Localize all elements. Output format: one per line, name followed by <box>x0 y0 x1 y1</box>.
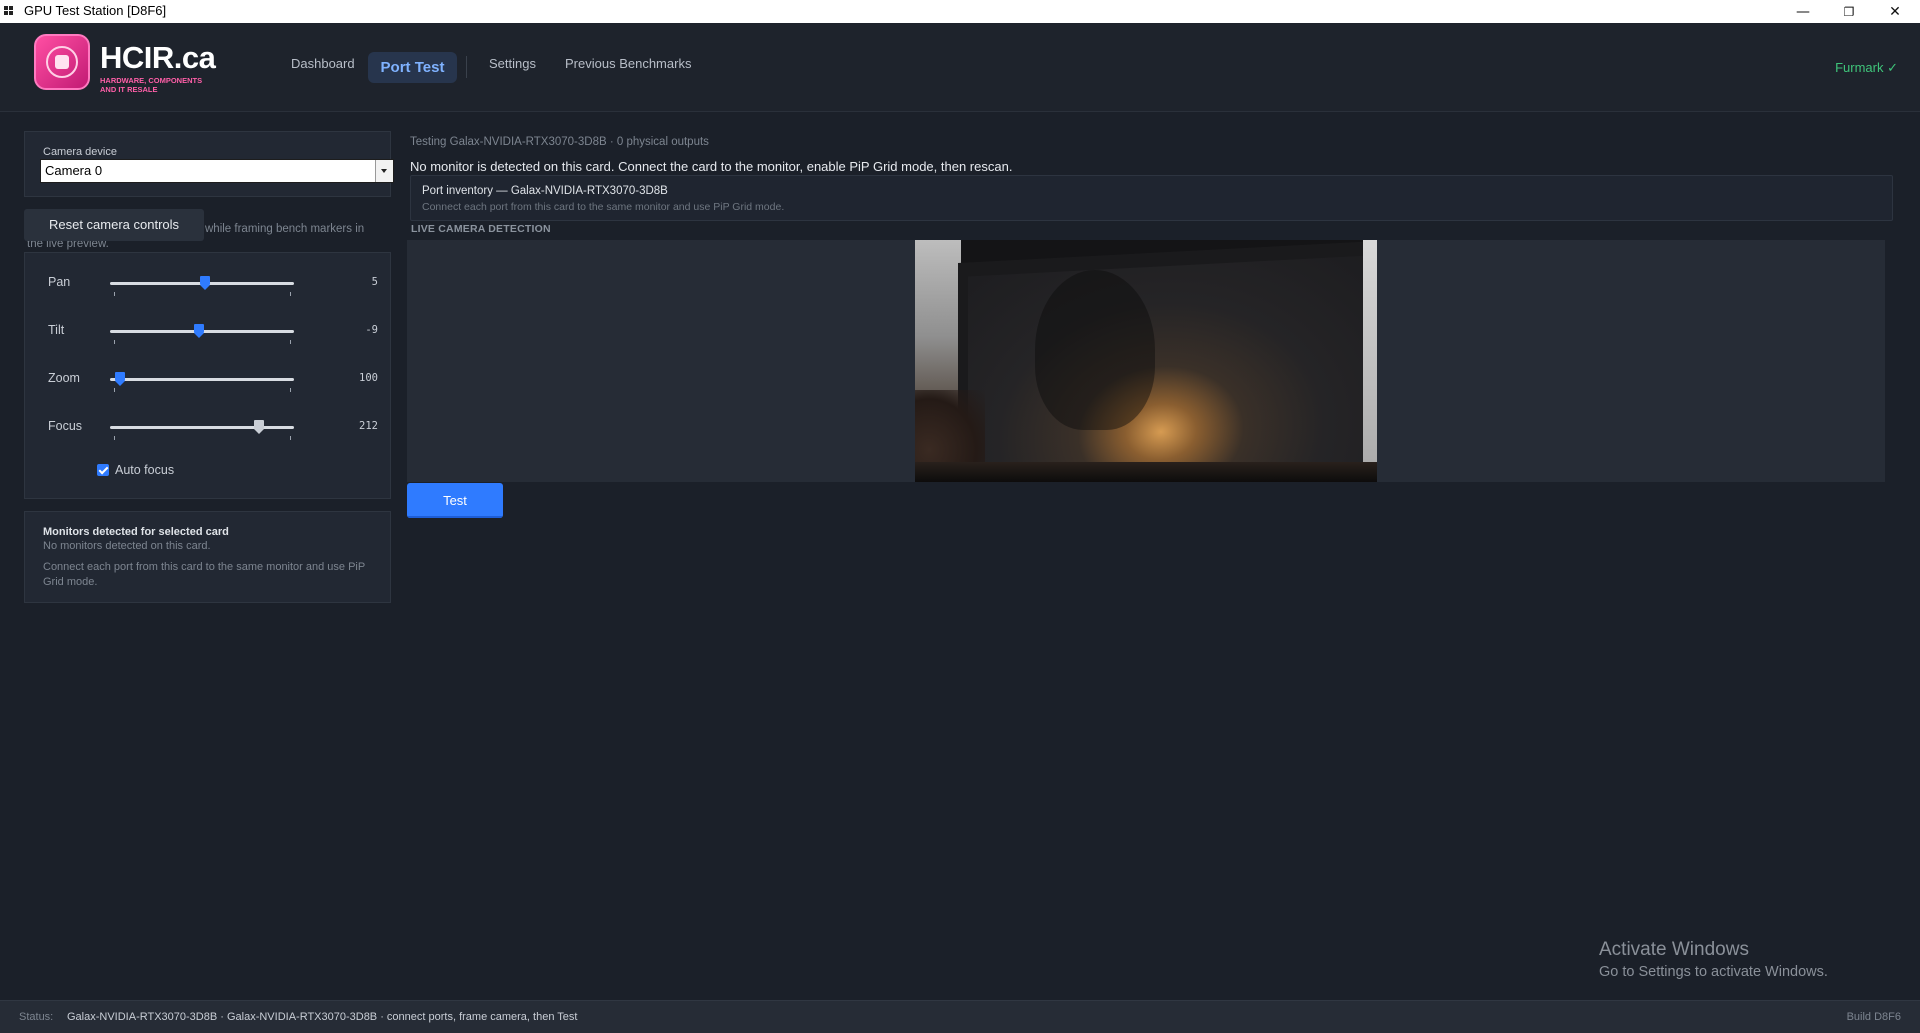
testing-line: Testing Galax-NVIDIA-RTX3070-3D8B · 0 ph… <box>410 136 709 148</box>
monitors-title: Monitors detected for selected card <box>43 526 229 538</box>
camera-device-value: Camera 0 <box>45 163 103 178</box>
slider-label-pan: Pan <box>48 275 71 289</box>
monitors-panel: Monitors detected for selected card No m… <box>24 511 391 603</box>
status-label: Status: <box>19 1011 54 1023</box>
slider-ticks-tilt <box>114 340 291 344</box>
monitors-hint: Connect each port from this card to the … <box>43 561 366 588</box>
reset-camera-controls-button[interactable]: Reset camera controls <box>24 209 204 241</box>
close-icon[interactable]: ✕ <box>1872 0 1918 23</box>
camera-device-panel: Camera device Camera 0 <box>24 131 394 197</box>
nav-separator <box>466 56 467 78</box>
logo-subtitle: HARDWARE, COMPONENTS AND IT RESALE <box>100 76 203 94</box>
slider-value-pan: 5 <box>371 276 378 288</box>
nav-port-test[interactable]: Port Test <box>368 52 457 83</box>
port-inventory-panel: Port inventory — Galax-NVIDIA-RTX3070-3D… <box>410 175 1893 221</box>
app-icon <box>4 6 14 16</box>
slider-label-tilt: Tilt <box>48 323 65 337</box>
slider-thumb-focus[interactable] <box>254 420 265 434</box>
slider-ticks-zoom <box>114 388 291 392</box>
status-value: Galax-NVIDIA-RTX3070-3D8B · Galax-NVIDIA… <box>67 1011 578 1023</box>
auto-focus-checkbox[interactable] <box>97 464 109 476</box>
status-bar: Status: Galax-NVIDIA-RTX3070-3D8B · Gala… <box>0 1000 1920 1033</box>
chevron-down-icon[interactable] <box>375 160 393 182</box>
camera-feed-image <box>915 240 1377 482</box>
camera-device-select[interactable]: Camera 0 <box>40 159 394 183</box>
window-titlebar: GPU Test Station [D8F6] — ❐ ✕ <box>0 0 1920 23</box>
slider-label-zoom: Zoom <box>48 371 80 385</box>
auto-focus-label: Auto focus <box>115 463 175 477</box>
slider-ticks-pan <box>114 292 291 296</box>
activate-windows-title: Activate Windows <box>1599 939 1749 960</box>
furmark-status: Furmark ✓ <box>1835 60 1898 75</box>
slider-ticks-focus <box>114 436 291 440</box>
minimize-icon[interactable]: — <box>1780 0 1826 23</box>
slider-label-focus: Focus <box>48 419 83 433</box>
slider-track-focus[interactable] <box>110 426 294 429</box>
monitors-none: No monitors detected on this card. <box>43 540 211 552</box>
slider-thumb-zoom[interactable] <box>115 372 126 386</box>
live-camera-label: LIVE CAMERA DETECTION <box>411 223 551 235</box>
port-inventory-title: Port inventory — Galax-NVIDIA-RTX3070-3D… <box>422 185 668 197</box>
nav-previous-benchmarks[interactable]: Previous Benchmarks <box>565 56 691 71</box>
test-button[interactable]: Test <box>407 483 503 518</box>
nav-settings[interactable]: Settings <box>489 56 536 71</box>
logo-chip-icon <box>55 55 69 69</box>
logo-text: HCIR.ca <box>100 40 216 75</box>
camera-device-label: Camera device <box>43 146 117 158</box>
hcir-logo-icon <box>34 34 90 90</box>
slider-thumb-pan[interactable] <box>200 276 211 290</box>
nav-port-test-label: Port Test <box>380 59 445 76</box>
slider-track-zoom[interactable] <box>110 378 294 381</box>
slider-value-tilt: -9 <box>365 324 378 336</box>
restore-icon[interactable]: ❐ <box>1826 0 1872 23</box>
slider-value-focus: 212 <box>359 420 378 432</box>
nav-dashboard[interactable]: Dashboard <box>291 56 355 71</box>
slider-value-zoom: 100 <box>359 372 378 384</box>
port-inventory-hint: Connect each port from this card to the … <box>422 201 785 213</box>
activate-windows-hint: Go to Settings to activate Windows. <box>1599 964 1828 980</box>
slider-thumb-tilt[interactable] <box>193 324 204 338</box>
build-label: Build D8F6 <box>1846 1011 1901 1023</box>
no-monitor-warning: No monitor is detected on this card. Con… <box>410 159 1013 174</box>
app-header <box>0 23 1920 112</box>
window-title: GPU Test Station [D8F6] <box>24 3 167 18</box>
